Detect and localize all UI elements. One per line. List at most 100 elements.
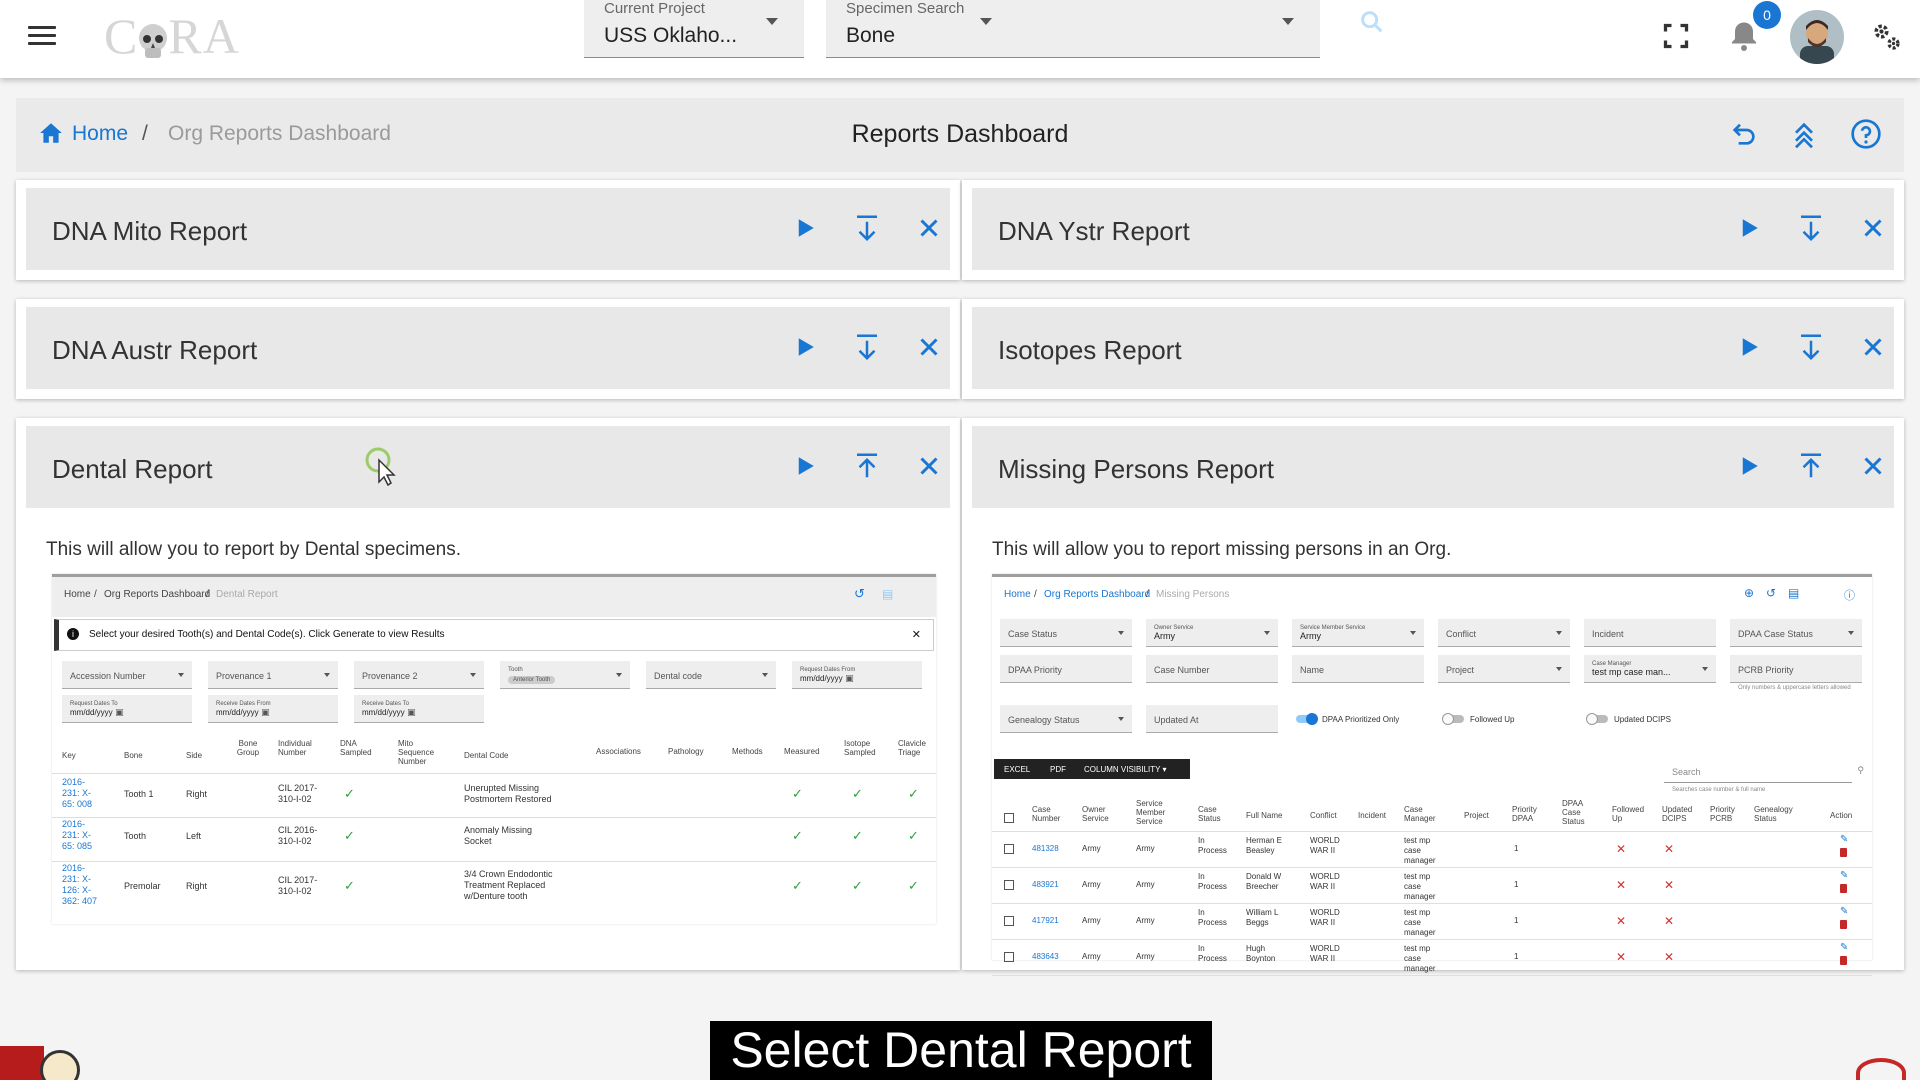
report-card-dna-mito: DNA Mito Report [16, 180, 960, 280]
logo-text-left: C [104, 8, 139, 64]
table-row[interactable]: 2016-231: X-65: 085 [62, 819, 102, 852]
delete-icon[interactable] [1840, 956, 1847, 965]
preview-field: Provenance 2 [354, 661, 484, 689]
play-icon[interactable] [1734, 213, 1764, 243]
close-icon[interactable] [914, 451, 944, 481]
delete-icon[interactable] [1840, 884, 1847, 893]
seal-logo [40, 1050, 80, 1080]
preview-field: Provenance 1 [208, 661, 338, 689]
expand-down-icon[interactable] [1796, 213, 1826, 243]
card-title: Isotopes Report [998, 335, 1182, 365]
play-icon[interactable] [790, 451, 820, 481]
fullscreen-icon[interactable] [1658, 18, 1694, 54]
report-card-dna-austr: DNA Austr Report [16, 299, 960, 399]
expand-down-icon[interactable] [852, 332, 882, 362]
preview-crumb-home: Home [64, 589, 91, 600]
app-bar: C RA Current Project USS Oklaho... Speci… [0, 0, 1920, 78]
table-row[interactable]: 481328 Army Army In Process Herman E Beasley… [992, 832, 1872, 868]
table-row[interactable]: 2016-231: X-126: X-362: 407 [62, 863, 102, 907]
menu-icon[interactable] [28, 26, 56, 48]
table-row[interactable]: 483921 Army Army In Process Donald W Breeche… [992, 868, 1872, 904]
row-checkbox[interactable] [1004, 880, 1014, 890]
card-header[interactable]: DNA Mito Report [26, 188, 950, 270]
avatar[interactable] [1790, 10, 1844, 64]
collapse-all-icon[interactable] [1788, 118, 1820, 150]
cell-case[interactable]: 417921 [1032, 916, 1066, 926]
collapse-up-icon[interactable] [852, 451, 882, 481]
card-title: Dental Report [52, 454, 213, 484]
row-checkbox[interactable] [1004, 916, 1014, 926]
specimen-search-select[interactable]: Specimen Search Bone [826, 0, 1320, 58]
card-header[interactable]: Isotopes Report [972, 307, 1894, 389]
play-icon[interactable] [1734, 451, 1764, 481]
help-icon[interactable] [1850, 118, 1882, 150]
reset-icon[interactable] [1728, 118, 1760, 150]
preview-alert-text: Select your desired Tooth(s) and Dental … [89, 629, 445, 640]
cell-sms: Army [1136, 952, 1155, 961]
card-header[interactable]: Missing Persons Report [972, 426, 1894, 508]
cell-owner: Army [1082, 952, 1101, 961]
edit-icon[interactable]: ✎ [1840, 906, 1848, 917]
current-project-select[interactable]: Current Project USS Oklaho... [584, 0, 804, 58]
cell-conflict: WORLD WAR II [1310, 872, 1340, 891]
delete-icon[interactable] [1840, 848, 1847, 857]
card-header[interactable]: Dental Report [26, 426, 950, 508]
cell-case[interactable]: 483921 [1032, 880, 1066, 890]
report-card-dental: Dental Report This will allow you to rep… [16, 418, 960, 970]
cell-name: Herman E Beasley [1246, 836, 1283, 855]
cell-case[interactable]: 483643 [1032, 952, 1066, 962]
cell-priority: 1 [1514, 916, 1519, 925]
cell-sms: Army [1136, 916, 1155, 925]
delete-icon[interactable] [1840, 920, 1847, 929]
cell-manager: test mp case manager [1404, 908, 1436, 937]
close-icon[interactable] [914, 213, 944, 243]
card-header[interactable]: DNA Ystr Report [972, 188, 1894, 270]
cell-name: Hugh Boynton [1246, 944, 1276, 963]
preview-field: Dental code [646, 661, 776, 689]
brand-mark [1856, 1058, 1906, 1080]
card-title: DNA Austr Report [52, 335, 258, 365]
close-icon[interactable] [914, 332, 944, 362]
edit-icon[interactable]: ✎ [1840, 834, 1848, 845]
expand-down-icon[interactable] [852, 213, 882, 243]
row-checkbox[interactable] [1004, 952, 1014, 962]
preview-reset-icon: ↺ [854, 586, 865, 601]
edit-icon[interactable]: ✎ [1840, 942, 1848, 953]
chevron-down-icon [766, 18, 778, 25]
preview-field: Accession Number [62, 661, 192, 689]
close-icon[interactable] [1858, 451, 1888, 481]
app-logo[interactable]: C RA [104, 8, 240, 64]
followed-up-cross-icon: ✕ [1616, 842, 1627, 856]
chevron-down-icon [1282, 18, 1294, 25]
card-title: DNA Ystr Report [998, 216, 1190, 246]
preview-field: Request Dates From mm/dd/yyyy ▣ [792, 661, 922, 689]
cell-conflict: WORLD WAR II [1310, 944, 1340, 963]
preview-field: Receive Dates To mm/dd/yyyy ▣ [354, 695, 484, 723]
cell-status: In Process [1198, 908, 1227, 927]
edit-icon[interactable]: ✎ [1840, 870, 1848, 881]
cell-priority: 1 [1514, 880, 1519, 889]
preview-crumb-current: Dental Report [216, 589, 278, 600]
row-checkbox[interactable] [1004, 844, 1014, 854]
table-row[interactable]: 2016-231: X-65: 008 [62, 777, 102, 810]
preview-field: Receive Dates From mm/dd/yyyy ▣ [208, 695, 338, 723]
card-header[interactable]: DNA Austr Report [26, 307, 950, 389]
table-row[interactable]: 417921 Army Army In Process William L Beggs W… [992, 904, 1872, 940]
close-icon[interactable] [1858, 332, 1888, 362]
search-icon[interactable] [1358, 8, 1386, 36]
settings-icon[interactable] [1868, 18, 1904, 54]
specimen-search-label: Specimen Search [846, 0, 965, 17]
cell-case[interactable]: 481328 [1032, 844, 1066, 854]
play-icon[interactable] [790, 213, 820, 243]
play-icon[interactable] [1734, 332, 1764, 362]
collapse-up-icon[interactable] [1796, 451, 1826, 481]
page-title: Reports Dashboard [851, 120, 1069, 148]
preview-breadcrumb: Home / Org Reports Dashboard / Dental Re… [52, 577, 936, 617]
specimen-search-value: Bone [846, 24, 896, 47]
card-description: This will allow you to report missing pe… [992, 539, 1452, 560]
close-icon[interactable] [1858, 213, 1888, 243]
cell-name: Donald W Breecher [1246, 872, 1282, 891]
table-row[interactable]: 483643 Army Army In Process Hugh Boynton WORL… [992, 940, 1872, 976]
expand-down-icon[interactable] [1796, 332, 1826, 362]
play-icon[interactable] [790, 332, 820, 362]
